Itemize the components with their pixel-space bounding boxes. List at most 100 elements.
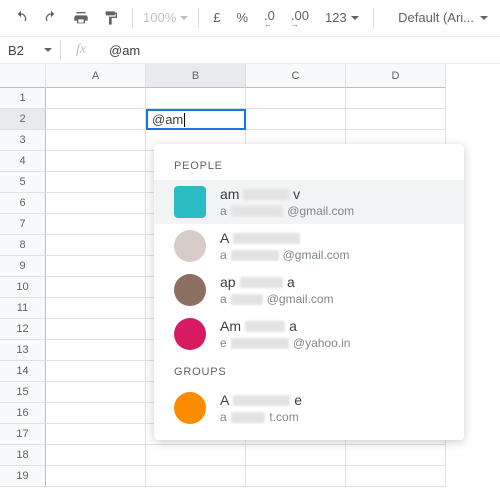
active-cell[interactable]: @am (146, 109, 246, 130)
cell[interactable] (246, 466, 346, 487)
person-name: apa (220, 274, 444, 290)
row-header[interactable]: 17 (0, 424, 46, 445)
people-suggestion[interactable]: amv a@gmail.com (154, 180, 464, 224)
cell[interactable] (46, 130, 146, 151)
cell[interactable] (46, 298, 146, 319)
cell[interactable] (46, 256, 146, 277)
cell[interactable] (346, 466, 446, 487)
formula-bar: B2 fx @am (0, 36, 500, 64)
cell[interactable] (246, 109, 346, 130)
row-header[interactable]: 18 (0, 445, 46, 466)
redo-icon (43, 10, 59, 26)
dropdown-section-groups: GROUPS (154, 356, 464, 386)
cell[interactable] (46, 172, 146, 193)
person-email: a@gmail.com (220, 292, 444, 306)
undo-button[interactable] (8, 5, 34, 31)
row-header[interactable]: 13 (0, 340, 46, 361)
person-email: e@yahoo.in (220, 336, 444, 350)
person-name: amv (220, 186, 444, 202)
percent-button[interactable]: % (230, 10, 254, 25)
paint-format-button[interactable] (98, 5, 124, 31)
font-dropdown[interactable]: Default (Ari... (394, 10, 492, 25)
name-box[interactable]: B2 (0, 43, 60, 58)
paint-roller-icon (103, 10, 119, 26)
dropdown-section-people: PEOPLE (154, 150, 464, 180)
cell[interactable] (46, 340, 146, 361)
people-suggestion[interactable]: Ama e@yahoo.in (154, 312, 464, 356)
group-suggestion[interactable]: Ae at.com (154, 386, 464, 430)
print-button[interactable] (68, 5, 94, 31)
cell[interactable] (46, 235, 146, 256)
cell[interactable] (46, 319, 146, 340)
cell[interactable] (46, 151, 146, 172)
person-email: at.com (220, 410, 444, 424)
avatar (174, 392, 206, 424)
person-name: Ama (220, 318, 444, 334)
row-header[interactable]: 9 (0, 256, 46, 277)
toolbar: 100% £ % .0 ← .00 → 123 Default (Ari... (0, 0, 500, 36)
cell-reference: B2 (8, 43, 24, 58)
cell[interactable] (346, 88, 446, 109)
cell[interactable] (46, 277, 146, 298)
decrease-decimal-button[interactable]: .0 ← (258, 8, 281, 27)
formula-input[interactable]: @am (101, 43, 500, 58)
row-header[interactable]: 16 (0, 403, 46, 424)
row-header[interactable]: 15 (0, 382, 46, 403)
select-all-corner[interactable] (0, 64, 46, 88)
spreadsheet-grid[interactable]: ABCD 12@am345678910111213141516171819 PE… (0, 64, 500, 487)
redo-button[interactable] (38, 5, 64, 31)
cell[interactable] (46, 193, 146, 214)
person-name: Ae (220, 392, 444, 408)
row-header[interactable]: 11 (0, 298, 46, 319)
currency-button[interactable]: £ (207, 10, 226, 25)
row-header[interactable]: 3 (0, 130, 46, 151)
row-header[interactable]: 4 (0, 151, 46, 172)
column-header[interactable]: C (246, 64, 346, 88)
row-header[interactable]: 12 (0, 319, 46, 340)
cell[interactable] (246, 88, 346, 109)
row-header[interactable]: 8 (0, 235, 46, 256)
cell[interactable] (346, 109, 446, 130)
format-label: 123 (325, 10, 347, 25)
row-header[interactable]: 14 (0, 361, 46, 382)
chevron-down-icon (44, 48, 52, 52)
avatar (174, 274, 206, 306)
cell[interactable] (46, 109, 146, 130)
cell[interactable] (46, 466, 146, 487)
people-suggestion[interactable]: Aa@gmail.com (154, 224, 464, 268)
cell[interactable] (46, 382, 146, 403)
people-suggestion[interactable]: apa a@gmail.com (154, 268, 464, 312)
cell[interactable] (46, 424, 146, 445)
cell[interactable] (46, 361, 146, 382)
cell[interactable] (346, 445, 446, 466)
zoom-dropdown[interactable]: 100% (141, 10, 190, 25)
increase-decimal-button[interactable]: .00 → (285, 8, 315, 27)
row-header[interactable]: 6 (0, 193, 46, 214)
person-email: a@gmail.com (220, 204, 444, 218)
column-header[interactable]: B (146, 64, 246, 88)
column-header[interactable]: A (46, 64, 146, 88)
cell[interactable] (46, 403, 146, 424)
mention-dropdown: PEOPLE amv a@gmail.com Aa@gmail.com apa a@gm… (154, 144, 464, 440)
row-header[interactable]: 10 (0, 277, 46, 298)
row-header[interactable]: 7 (0, 214, 46, 235)
cell[interactable] (246, 445, 346, 466)
column-header[interactable]: D (346, 64, 446, 88)
cell[interactable] (46, 214, 146, 235)
format-dropdown[interactable]: 123 (319, 10, 365, 25)
print-icon (73, 10, 89, 26)
avatar (174, 318, 206, 350)
fx-icon: fx (61, 42, 101, 58)
undo-icon (13, 10, 29, 26)
row-header[interactable]: 5 (0, 172, 46, 193)
cell[interactable] (146, 466, 246, 487)
cell[interactable] (146, 445, 246, 466)
separator (198, 8, 199, 28)
row-header[interactable]: 2 (0, 109, 46, 130)
cell[interactable] (146, 88, 246, 109)
cell[interactable] (46, 445, 146, 466)
row-header[interactable]: 19 (0, 466, 46, 487)
column-headers: ABCD (0, 64, 500, 88)
cell[interactable] (46, 88, 146, 109)
row-header[interactable]: 1 (0, 88, 46, 109)
